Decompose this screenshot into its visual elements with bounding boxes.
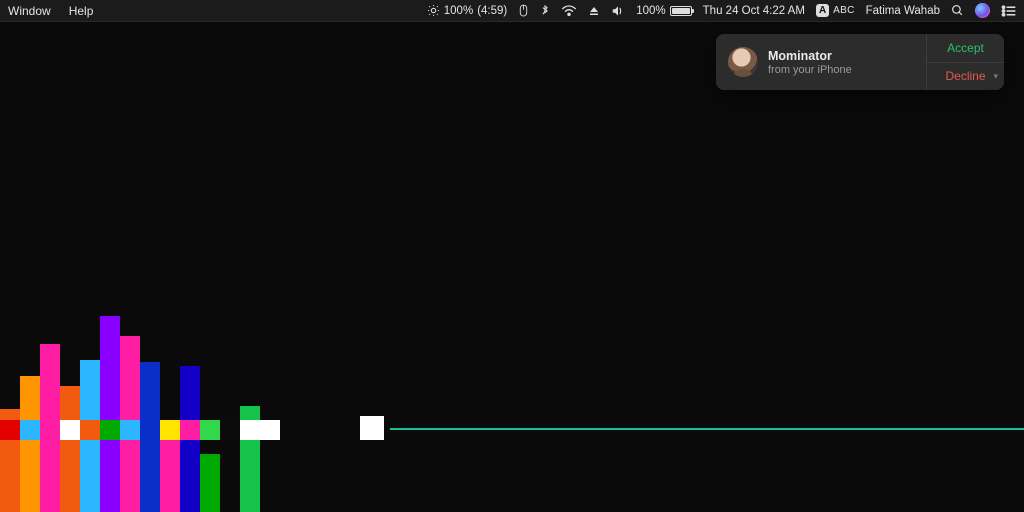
wifi-icon[interactable] [561, 5, 577, 17]
search-icon[interactable] [951, 4, 964, 17]
battery-pct: 100% [636, 5, 665, 17]
input-source[interactable]: A ABC [816, 4, 855, 17]
menubar: Window Help 100% (4:59) 100% Thu 24 Oct … [0, 0, 1024, 22]
brightness-icon [427, 4, 440, 17]
input-badge: A [816, 4, 829, 17]
menu-window[interactable]: Window [8, 4, 51, 18]
playhead [360, 416, 384, 440]
input-label: ABC [833, 5, 854, 16]
username[interactable]: Fatima Wahab [866, 5, 940, 17]
visualizer-bars [0, 212, 300, 512]
marker-block [260, 420, 280, 440]
datetime[interactable]: Thu 24 Oct 4:22 AM [703, 5, 805, 17]
music-visualizer [0, 22, 1024, 512]
menu-help[interactable]: Help [69, 4, 94, 18]
battery-icon [670, 6, 692, 16]
siri-icon[interactable] [975, 3, 990, 18]
mouse-icon[interactable] [518, 4, 529, 18]
brightness-time: (4:59) [477, 5, 507, 17]
eject-icon[interactable] [588, 5, 600, 17]
brightness-status[interactable]: 100% (4:59) [427, 4, 507, 17]
visualizer-stripe [0, 420, 300, 440]
battery-status[interactable]: 100% [636, 5, 691, 17]
bluetooth-icon[interactable] [540, 4, 550, 18]
notification-center-icon[interactable] [1001, 5, 1016, 17]
waveform-line [390, 428, 1024, 430]
volume-icon[interactable] [611, 5, 625, 17]
brightness-pct: 100% [444, 5, 473, 17]
